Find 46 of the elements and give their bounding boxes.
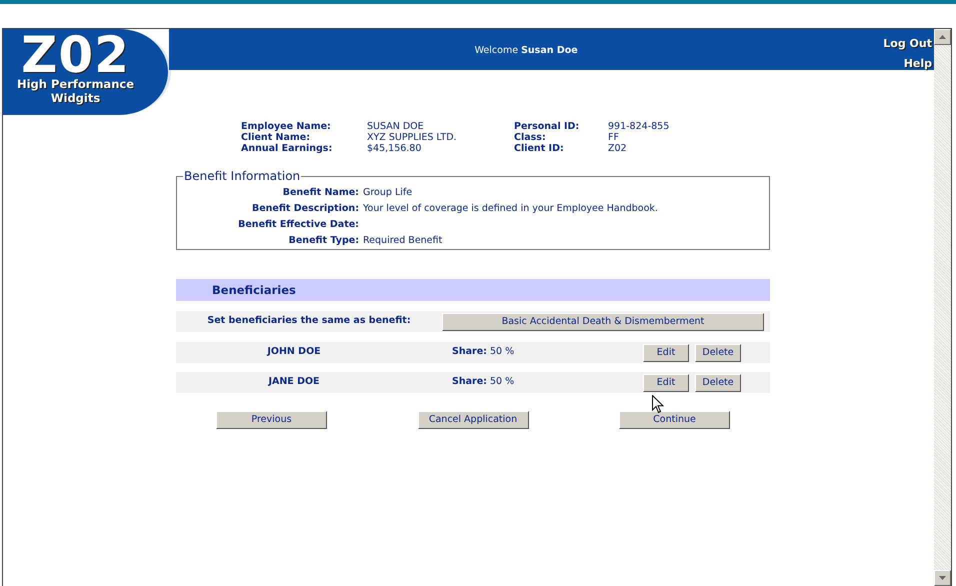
logo-tagline: Widgits [50,91,102,105]
field-label: Benefit Name: [282,187,359,198]
field-value: XYZ SUPPLIES LTD. [367,132,458,143]
header-link[interactable]: Help [904,54,932,74]
field-label: Employee Name: [241,121,332,132]
field-value: Z02 [608,143,628,154]
delete-button[interactable]: Delete [695,374,741,392]
nav-button[interactable]: Continue [619,411,730,429]
delete-button[interactable]: Delete [695,344,741,362]
beneficiary-name: JANE DOE [267,375,321,390]
section-header: Beneficiaries [176,279,770,301]
field-label: Client ID: [514,143,565,154]
welcome-text: Welcome Susan Doe [474,45,578,56]
field-value: SUSAN DOE [367,121,425,132]
nav-button[interactable]: Cancel Application [418,411,528,429]
field-label: Annual Earnings: [241,143,334,154]
scrollbar[interactable] [934,29,951,586]
scroll-up-button[interactable] [934,29,951,45]
field-label: Client Name: [241,132,312,143]
benefit-button[interactable]: Basic Accidental Death & Dismemberment [442,312,764,330]
field-value: Required Benefit [363,235,444,246]
field-value: Your level of coverage is defined in your Employee Handbook. [363,203,659,214]
down-arrow-icon [939,576,946,580]
field-value: Group Life [363,187,414,198]
edit-button[interactable]: Edit [643,374,689,392]
beneficiary-name: JOHN DOE [266,345,322,360]
logo-mark: Z02 [21,33,130,77]
logo-tagline: High Performance [16,77,135,91]
header-link[interactable]: Log Out [883,34,932,54]
field-value: 991-824-855 [608,121,670,132]
field-value: $45,156.80 [367,143,422,154]
field-label: Benefit Description: [250,203,359,214]
share-text: Share: 50 % [451,375,516,390]
scroll-down-button[interactable] [934,570,951,586]
field-label: Personal ID: [514,121,580,132]
edit-button[interactable]: Edit [643,344,689,362]
share-text: Share: 50 % [451,345,516,360]
panel-title: Benefit Information [183,169,302,183]
field-value: FF [608,132,620,143]
field-label: Benefit Effective Date: [237,219,359,230]
up-arrow-icon [939,35,946,39]
nav-button[interactable]: Previous [216,411,327,429]
set-beneficiaries-label: Set beneficiaries the same as benefit: [206,314,412,328]
field-label: Class: [514,132,547,143]
field-label: Benefit Type: [288,235,359,246]
mouse-pointer-icon [652,395,664,414]
